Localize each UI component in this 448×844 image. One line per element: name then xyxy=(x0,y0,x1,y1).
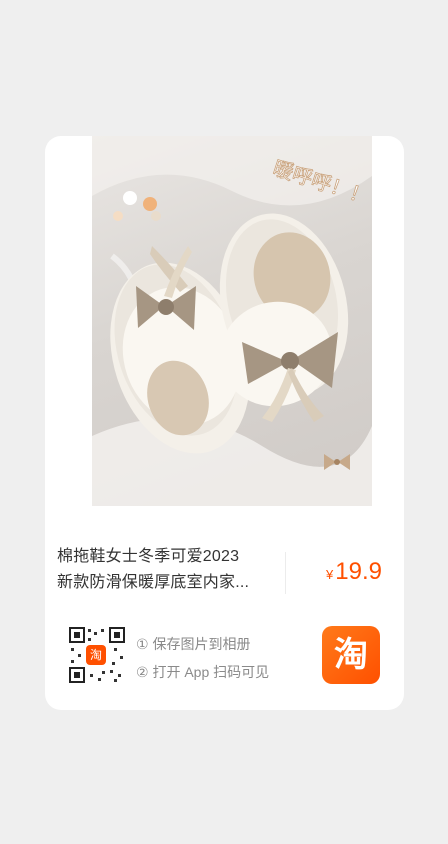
taobao-app-icon[interactable]: 淘 xyxy=(322,626,380,684)
qr-taobao-badge: 淘 xyxy=(86,645,106,665)
step-save-image: ① 保存图片到相册 xyxy=(136,636,251,652)
price-currency: ¥ xyxy=(326,567,334,582)
step-open-app: ② 打开 App 扫码可见 xyxy=(136,664,270,680)
slippers-photo: 暖呼呼！！ xyxy=(92,136,372,506)
price-amount: 19.9 xyxy=(335,558,382,585)
qr-code[interactable]: 淘 xyxy=(68,626,126,684)
product-title[interactable]: 棉拖鞋女士冬季可爱2023 新款防滑保暖厚底室内家... xyxy=(57,544,282,596)
product-title-line-2: 新款防滑保暖厚底室内家... xyxy=(57,574,250,591)
share-instructions: ① 保存图片到相册 ② 打开 App 扫码可见 xyxy=(136,630,269,686)
product-title-line-1: 棉拖鞋女士冬季可爱2023 xyxy=(57,548,240,565)
share-card: 暖呼呼！！ 棉拖鞋女士冬季可爱2023 新款防滑保暖厚底室内家... ¥19.9 xyxy=(45,136,404,710)
divider xyxy=(285,552,286,594)
product-image[interactable]: 暖呼呼！！ xyxy=(92,136,372,506)
product-price: ¥19.9 xyxy=(326,558,382,586)
